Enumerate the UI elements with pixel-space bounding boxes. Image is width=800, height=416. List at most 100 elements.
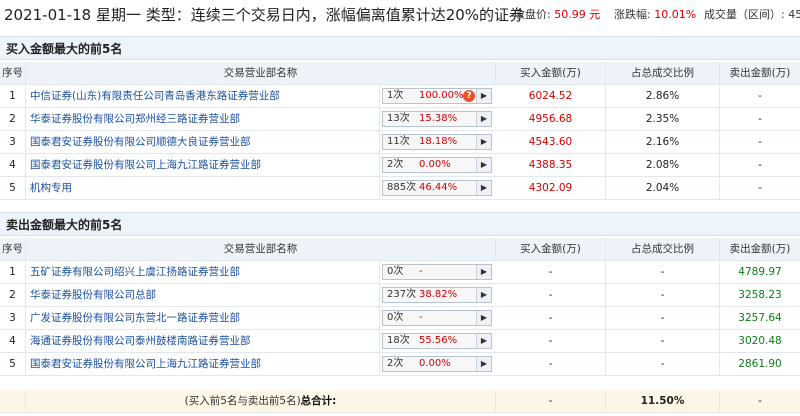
rank-stat-cell: 2次 0.00% ▶ xyxy=(380,154,496,176)
triangle-right-icon[interactable]: ▶ xyxy=(476,334,491,348)
change-pct-label: 涨跌幅: xyxy=(614,8,651,21)
success-rate: 15.38% xyxy=(419,113,458,124)
turnover-ratio: 2.04% xyxy=(606,177,720,199)
broker-name-link[interactable]: 五矿证券有限公司绍兴上虞江扬路证券营业部 xyxy=(30,266,240,278)
close-price-label: 收盘价: xyxy=(514,8,551,21)
table-row: 5 国泰君安证券股份有限公司上海九江路证券营业部 2次 0.00% ▶ - -2861.90 xyxy=(0,353,800,376)
volume: 成交量（区间）: 452 xyxy=(704,8,800,21)
col-header-pct: 占总成交比例 xyxy=(606,238,720,260)
buy-amount: - xyxy=(496,261,606,283)
rank-stat-dropdown[interactable]: 885次 46.44% ▶ xyxy=(382,180,492,196)
col-header-no: 序号 xyxy=(0,62,26,84)
row-index: 2 xyxy=(0,108,26,130)
total-pct: 11.50% xyxy=(606,390,720,412)
table-row: 4 国泰君安证券股份有限公司上海九江路证券营业部 2次 0.00% ▶ 4388.35 2.… xyxy=(0,154,800,177)
sell-amount: 3257.64 xyxy=(738,312,782,324)
rank-stat-dropdown[interactable]: 2次 0.00% ▶ xyxy=(382,157,492,173)
turnover-ratio: 2.35% xyxy=(606,108,720,130)
success-rate: 0.00% xyxy=(419,159,451,170)
rank-stat-dropdown[interactable]: 1次 100.00%? ▶ xyxy=(382,88,492,104)
broker-name-cell: 中信证券(山东)有限责任公司青岛香港东路证券营业部 xyxy=(26,85,380,107)
rank-stat-dropdown[interactable]: 0次 - ▶ xyxy=(382,310,492,326)
row-index: 5 xyxy=(0,177,26,199)
rank-stat-dropdown[interactable]: 18次 55.56% ▶ xyxy=(382,333,492,349)
total-no-cell xyxy=(0,390,26,412)
triangle-right-icon[interactable]: ▶ xyxy=(476,181,491,195)
row-index: 1 xyxy=(0,85,26,107)
broker-name-link[interactable]: 国泰君安证券股份有限公司顺德大良证券营业部 xyxy=(30,136,251,148)
broker-name-link[interactable]: 国泰君安证券股份有限公司上海九江路证券营业部 xyxy=(30,159,261,171)
triangle-right-icon[interactable]: ▶ xyxy=(476,311,491,325)
sell-amount: 3020.48 xyxy=(738,335,782,347)
total-sell: - xyxy=(758,395,762,407)
triangle-right-icon[interactable]: ▶ xyxy=(476,135,491,149)
table-header-row: 序号 交易营业部名称 买入金额(万) 占总成交比例 卖出金额(万) xyxy=(0,238,800,261)
col-header-sell: 卖出金额(万) xyxy=(729,243,791,255)
sell-amount: 4789.97 xyxy=(738,266,782,278)
rank-stat-cell: 13次 15.38% ▶ xyxy=(380,108,496,130)
sell-amount: - xyxy=(758,159,762,171)
table-row: 4 海通证券股份有限公司泰州鼓楼南路证券营业部 18次 55.56% ▶ - -3020.4… xyxy=(0,330,800,353)
triangle-right-icon[interactable]: ▶ xyxy=(476,89,491,103)
table-row: 5 机构专用 885次 46.44% ▶ 4302.09 2.04% - xyxy=(0,177,800,200)
question-badge-icon[interactable]: ? xyxy=(463,90,475,102)
triangle-right-icon[interactable]: ▶ xyxy=(476,112,491,126)
col-header-sell: 卖出金额(万) xyxy=(729,67,791,79)
broker-name-link[interactable]: 国泰君安证券股份有限公司上海九江路证券营业部 xyxy=(30,358,261,370)
rank-stat-dropdown[interactable]: 237次 38.82% ▶ xyxy=(382,287,492,303)
triangle-right-icon[interactable]: ▶ xyxy=(476,158,491,172)
col-header-name: 交易营业部名称 xyxy=(26,238,496,260)
change-pct-value: 10.01% xyxy=(654,8,697,21)
broker-name-link[interactable]: 机构专用 xyxy=(30,182,72,194)
rank-stat-cell: 1次 100.00%? ▶ xyxy=(380,85,496,107)
sell-amount: - xyxy=(758,136,762,148)
broker-name-cell: 国泰君安证券股份有限公司上海九江路证券营业部 xyxy=(26,353,380,375)
buy-amount: - xyxy=(496,284,606,306)
row-index: 3 xyxy=(0,307,26,329)
buy-amount: 6024.52 xyxy=(496,85,606,107)
row-index: 5 xyxy=(0,353,26,375)
success-rate: 18.18% xyxy=(419,136,458,147)
broker-name-link[interactable]: 中信证券(山东)有限责任公司青岛香港东路证券营业部 xyxy=(30,90,280,102)
broker-name-link[interactable]: 华泰证券股份有限公司郑州经三路证券营业部 xyxy=(30,113,240,125)
turnover-ratio: - xyxy=(606,330,720,352)
rank-stat-dropdown[interactable]: 0次 - ▶ xyxy=(382,264,492,280)
rank-stat-cell: 2次 0.00% ▶ xyxy=(380,353,496,375)
buy-amount: 4302.09 xyxy=(496,177,606,199)
buy-amount: 4956.68 xyxy=(496,108,606,130)
broker-name-link[interactable]: 广发证券股份有限公司东营北一路证券营业部 xyxy=(30,312,240,324)
row-index: 1 xyxy=(0,261,26,283)
table-row: 2 华泰证券股份有限公司总部 237次 38.82% ▶ - -3258.23 xyxy=(0,284,800,307)
rank-stat-cell: 11次 18.18% ▶ xyxy=(380,131,496,153)
rank-stat-dropdown[interactable]: 2次 0.00% ▶ xyxy=(382,356,492,372)
rank-stat-cell: 237次 38.82% ▶ xyxy=(380,284,496,306)
broker-name-link[interactable]: 海通证券股份有限公司泰州鼓楼南路证券营业部 xyxy=(30,335,251,347)
lhb-page: 2021-01-18 星期一 类型：连续三个交易日内，涨幅偏离值累计达20%的证… xyxy=(0,0,800,416)
total-label-prefix: (买入前5名与卖出前5名) xyxy=(184,395,301,407)
triangle-right-icon[interactable]: ▶ xyxy=(476,265,491,279)
sell-amount: - xyxy=(758,182,762,194)
col-header-name: 交易营业部名称 xyxy=(26,62,496,84)
total-buy: - xyxy=(496,390,606,412)
total-label-bold: 总合计: xyxy=(300,395,337,407)
broker-name-cell: 国泰君安证券股份有限公司顺德大良证券营业部 xyxy=(26,131,380,153)
rank-stat-dropdown[interactable]: 11次 18.18% ▶ xyxy=(382,134,492,150)
broker-name-cell: 机构专用 xyxy=(26,177,380,199)
rank-stat-dropdown[interactable]: 13次 15.38% ▶ xyxy=(382,111,492,127)
success-rate: 100.00% xyxy=(419,90,464,101)
table-row: 1 五矿证券有限公司绍兴上虞江扬路证券营业部 0次 - ▶ - -4789.97 xyxy=(0,261,800,284)
close-price: 收盘价: 50.99 元 xyxy=(514,0,600,30)
table-row: 3 国泰君安证券股份有限公司顺德大良证券营业部 11次 18.18% ▶ 4543.60 2… xyxy=(0,131,800,154)
triangle-right-icon[interactable]: ▶ xyxy=(476,288,491,302)
row-index: 4 xyxy=(0,154,26,176)
rank-stat-cell: 885次 46.44% ▶ xyxy=(380,177,496,199)
success-rate: - xyxy=(419,266,423,277)
broker-name-link[interactable]: 华泰证券股份有限公司总部 xyxy=(30,289,156,301)
appear-count: 237次 xyxy=(387,289,417,300)
triangle-right-icon[interactable]: ▶ xyxy=(476,357,491,371)
turnover-ratio: 2.08% xyxy=(606,154,720,176)
row-index: 4 xyxy=(0,330,26,352)
turnover-ratio: - xyxy=(606,261,720,283)
appear-count: 13次 xyxy=(387,113,410,124)
buy-amount: - xyxy=(496,307,606,329)
